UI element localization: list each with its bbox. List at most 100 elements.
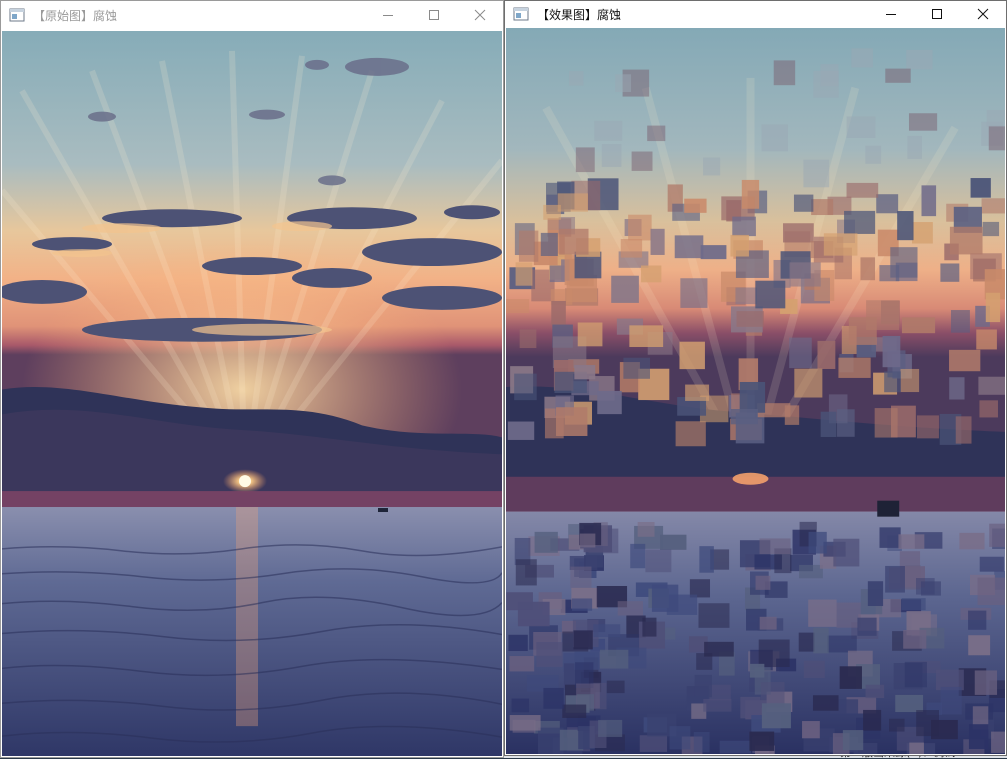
erosion-block: [884, 371, 901, 393]
erosion-block: [865, 145, 882, 164]
erosion-block: [949, 377, 965, 400]
erosion-block: [669, 726, 691, 750]
erosion-block: [557, 193, 588, 212]
original-image: [2, 31, 502, 756]
erosion-block: [895, 694, 924, 713]
erosion-block: [594, 120, 623, 141]
erosion-block: [833, 538, 860, 567]
erosion-block: [518, 230, 539, 262]
erosion-block: [694, 674, 712, 698]
erosion-block: [876, 194, 899, 214]
erosion-block: [803, 660, 825, 679]
erosion-block: [979, 400, 998, 418]
erosion-block: [540, 232, 558, 256]
erosion-block: [519, 329, 537, 349]
erosion-block: [684, 198, 707, 213]
erosion-block: [700, 245, 727, 260]
erosion-block: [901, 598, 926, 611]
minimize-button[interactable]: [868, 1, 914, 27]
erosion-block: [628, 214, 652, 241]
erosion-block: [679, 341, 705, 370]
result-image-window[interactable]: 【效果图】腐蚀: [504, 0, 1007, 756]
maximize-button[interactable]: [914, 1, 960, 27]
erosion-block: [647, 125, 666, 142]
erosion-block: [617, 601, 643, 616]
erosion-block: [675, 421, 706, 447]
erosion-block: [955, 416, 972, 444]
erosion-block: [749, 663, 765, 678]
erosion-block: [645, 549, 672, 573]
maximize-icon: [932, 9, 942, 19]
erosion-block: [620, 239, 643, 258]
erosion-block: [741, 179, 760, 209]
erosion-block: [789, 337, 812, 369]
minimize-icon: [886, 14, 896, 15]
erosion-block: [597, 390, 622, 415]
erosion-block: [808, 531, 827, 554]
close-button[interactable]: [457, 1, 503, 29]
erosion-block: [515, 559, 537, 586]
erosion-block: [639, 735, 668, 752]
maximize-button[interactable]: [411, 1, 457, 29]
erosion-block: [916, 710, 939, 737]
erosion-block: [844, 210, 876, 234]
erosion-block: [599, 649, 629, 669]
erosion-block: [601, 144, 622, 167]
erosion-block: [826, 635, 857, 653]
eroded-image: [506, 28, 1005, 754]
erosion-block: [823, 233, 858, 256]
erosion-block: [611, 275, 639, 303]
window-title: 【原始图】腐蚀: [33, 8, 118, 23]
erosion-block: [836, 602, 861, 628]
erosion-block: [642, 617, 657, 637]
erosion-block: [615, 74, 632, 93]
erosion-block: [536, 642, 563, 667]
erosion-block: [803, 159, 830, 188]
erosion-block: [507, 421, 535, 440]
erosion-block: [811, 199, 834, 216]
window-titlebar[interactable]: 【原始图】腐蚀: [1, 1, 503, 29]
window-titlebar[interactable]: 【效果图】腐蚀: [505, 1, 1006, 27]
erosion-block: [650, 228, 665, 255]
erosion-block: [783, 223, 814, 243]
erosion-block: [732, 216, 756, 237]
erosion-block: [897, 211, 914, 241]
erosion-block: [851, 48, 873, 68]
erosion-block: [508, 634, 528, 652]
erosion-block: [846, 116, 876, 138]
erosion-block: [575, 147, 595, 173]
erosion-block: [839, 666, 862, 689]
erosion-block: [986, 109, 1005, 127]
erosion-block: [977, 577, 1005, 606]
erosion-block: [865, 684, 885, 699]
erosion-block: [709, 684, 731, 701]
erosion-block: [812, 695, 839, 711]
erosion-block: [907, 135, 922, 159]
close-button[interactable]: [960, 1, 1006, 27]
maximize-icon: [429, 10, 439, 20]
erosion-block: [739, 381, 766, 413]
erosion-block: [773, 60, 796, 86]
erosion-block: [978, 376, 1005, 395]
erosion-block: [981, 198, 1005, 214]
erosion-block: [867, 581, 884, 607]
erosion-block: [889, 718, 905, 732]
erosion-block: [517, 601, 550, 627]
erosion-block: [982, 221, 1000, 237]
erosion-block: [506, 299, 530, 314]
erosion-block: [985, 292, 1001, 323]
erosion-block: [559, 228, 589, 255]
erosion-block: [879, 527, 901, 548]
erosion-block: [885, 565, 905, 593]
erosion-block: [730, 409, 758, 425]
erosion-block: [940, 263, 960, 282]
erosion-block: [837, 409, 855, 437]
erosion-block: [921, 185, 937, 217]
erosion-block: [789, 262, 821, 287]
erosion-block: [543, 687, 564, 709]
original-image-window[interactable]: 【原始图】腐蚀: [0, 0, 504, 758]
erosion-block: [808, 599, 837, 627]
erosion-block: [631, 151, 653, 171]
erosion-block: [802, 721, 820, 739]
minimize-button[interactable]: [365, 1, 411, 29]
